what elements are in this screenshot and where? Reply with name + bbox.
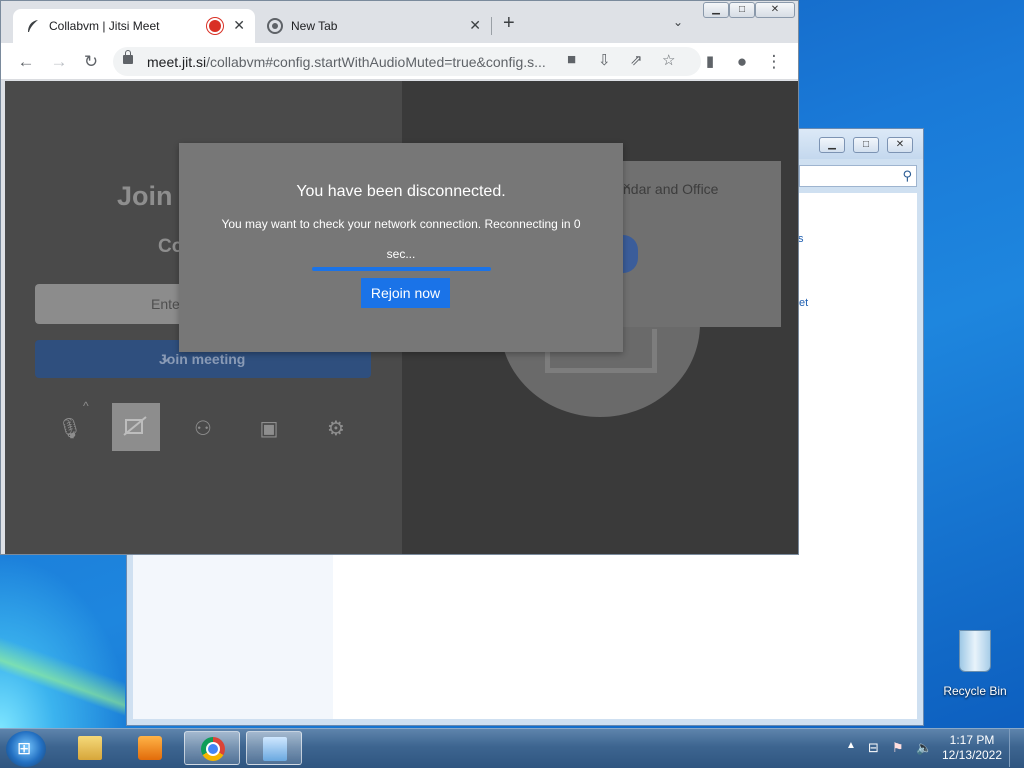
clock-time: 1:17 PM [949,733,995,747]
chrome-icon [201,737,225,761]
reload-icon[interactable]: ↻ [80,51,102,73]
tab-search-chevron-icon[interactable]: ⌄ [673,15,683,29]
new-tab-button[interactable]: + [503,13,515,33]
maximize-button[interactable]: □ [853,137,879,153]
chrome-icon [267,18,283,34]
show-hidden-icons-icon[interactable]: ▲ [846,740,856,751]
address-bar[interactable]: meet.jit.si/collabvm#config.startWithAud… [113,47,701,76]
tab-title: Collabvm | Jitsi Meet [49,19,160,33]
close-icon[interactable]: × [623,179,761,194]
tab-divider [491,17,492,35]
control-panel-icon [263,737,287,761]
name-placeholder: Ente [151,296,180,312]
taskbar-control-panel[interactable] [246,731,302,765]
install-app-icon[interactable]: ⇩ [598,51,611,69]
taskbar: ⊞ ▲ ⊟ ⚑ 🔈 1:17 PM 12/13/2022 [0,728,1024,768]
maximize-button[interactable]: □ [729,2,755,18]
show-desktop-button[interactable] [1009,729,1024,767]
taskbar-explorer[interactable] [62,731,118,765]
address-url[interactable]: meet.jit.si/collabvm#config.startWithAud… [147,54,561,70]
recycle-bin-shortcut[interactable]: Recycle Bin [940,630,1010,698]
invite-people-icon[interactable]: ⚇ [185,411,221,447]
browser-toolbar: ← → ↻ meet.jit.si/collabvm#config.startW… [1,43,798,80]
media-player-icon [138,736,162,760]
settings-gear-icon[interactable]: ⚙ [318,411,354,447]
dialog-title: You have been disconnected. [296,183,506,200]
minimize-button[interactable]: ▁ [819,137,845,153]
search-icon: ⚲ [902,168,912,183]
close-button[interactable]: ✕ [887,137,913,153]
recycle-bin-icon [959,630,991,672]
volume-icon[interactable]: 🔈 [916,740,932,756]
camera-off-icon [123,416,147,436]
recording-indicator-icon [209,20,221,32]
action-center-flag-icon[interactable]: ⚑ [892,740,904,756]
camera-icon[interactable]: ■ [567,51,576,68]
camera-off-button[interactable] [112,403,160,451]
jitsi-feather-icon [28,20,38,32]
close-tab-icon[interactable]: ✕ [469,17,481,34]
network-icon[interactable]: ⊟ [868,740,879,756]
back-arrow-icon[interactable]: ← [15,51,37,73]
url-path: /collabvm#config.startWithAudioMuted=tru… [206,54,546,70]
lock-icon[interactable] [123,50,133,64]
microphone-muted-icon[interactable]: 🎙 [52,411,88,447]
side-panel-icon[interactable]: ▮ [699,51,721,73]
rejoin-now-button[interactable]: Rejoin now [361,278,450,308]
tab-strip: Collabvm | Jitsi Meet ✕ New Tab ✕ + ⌄ ▁ … [1,1,798,43]
taskbar-media-player[interactable] [122,731,178,765]
virtual-background-icon[interactable]: ▣ [251,411,287,447]
windows-logo-icon: ⊞ [17,739,32,758]
search-input[interactable]: ⚲ [799,165,917,187]
calendar-notification-panel: ndar and Office × [617,161,781,327]
share-icon[interactable]: ⇗ [630,51,643,69]
chevron-up-icon[interactable]: ^ [83,399,89,413]
tab-title: New Tab [291,19,338,33]
bookmark-star-icon[interactable]: ☆ [662,51,675,69]
disconnected-dialog: You have been disconnected. You may want… [179,143,623,352]
content-link[interactable]: et [799,297,808,309]
forward-arrow-icon[interactable]: → [48,51,70,73]
profile-avatar-icon[interactable]: ● [731,51,753,73]
url-host: meet.jit.si [147,54,207,70]
wallpaper-swirl [0,620,125,730]
dialog-message: You may want to check your network conne… [221,217,581,261]
join-heading: Join [117,181,173,211]
more-menu-icon[interactable]: ⋮ [763,51,785,73]
close-tab-icon[interactable]: ✕ [233,17,245,34]
close-window-button[interactable]: ✕ [755,2,795,18]
reconnect-progress-bar [312,267,491,271]
folder-icon [78,736,102,760]
tab-new-tab[interactable]: New Tab ✕ [255,9,491,43]
clock[interactable]: 1:17 PM 12/13/2022 [940,733,1004,763]
tab-jitsi[interactable]: Collabvm | Jitsi Meet ✕ [13,9,255,43]
recycle-bin-label: Recycle Bin [943,684,1007,698]
start-button[interactable]: ⊞ [6,731,46,767]
taskbar-chrome[interactable] [184,731,240,765]
minimize-button[interactable]: ▁ [703,2,729,18]
browser-window[interactable]: Collabvm | Jitsi Meet ✕ New Tab ✕ + ⌄ ▁ … [0,0,799,555]
clock-date: 12/13/2022 [941,748,1003,762]
